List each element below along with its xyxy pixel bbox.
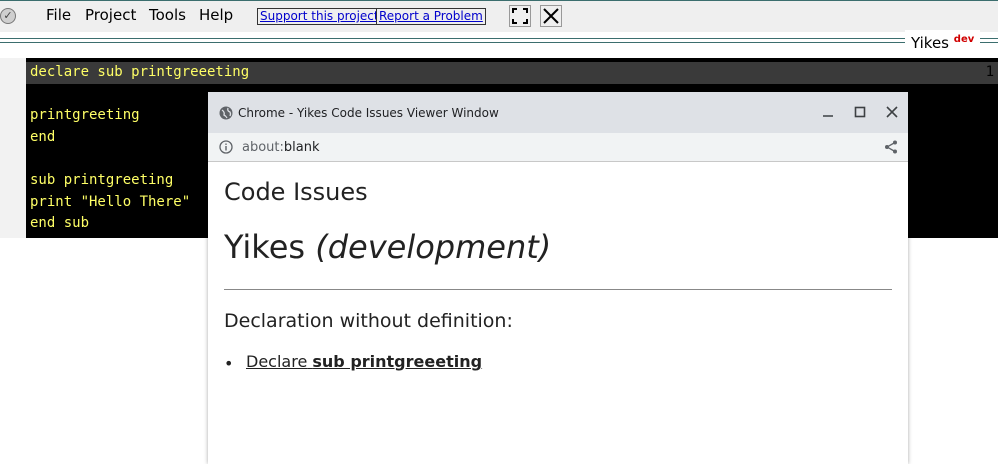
globe-icon: [219, 106, 233, 120]
section-heading: Declaration without definition:: [224, 310, 513, 332]
report-problem-link[interactable]: Report a Problem: [376, 8, 486, 25]
code-line[interactable]: sub printgreeting: [30, 172, 173, 188]
line-number: 1: [985, 64, 994, 80]
project-mode: (development): [315, 228, 552, 266]
line-number: 3: [985, 107, 994, 123]
page-heading: Code Issues: [224, 178, 368, 206]
app-check-icon[interactable]: ✓: [0, 8, 16, 24]
code-issues-window: Chrome - Yikes Code Issues Viewer Window…: [208, 92, 908, 464]
menu-tools[interactable]: Tools: [149, 6, 186, 24]
share-icon[interactable]: [884, 140, 898, 154]
line-number: 7: [985, 194, 994, 210]
menu-help[interactable]: Help: [199, 6, 233, 24]
window-title: Chrome - Yikes Code Issues Viewer Window: [238, 106, 499, 120]
code-line[interactable]: printgreeting: [30, 107, 140, 123]
maximize-icon[interactable]: [853, 105, 867, 119]
close-app-button[interactable]: [540, 5, 562, 27]
project-name: Yikes: [224, 228, 306, 266]
fullscreen-button[interactable]: [509, 5, 531, 27]
line-number: 4: [985, 129, 994, 145]
code-line[interactable]: declare sub printgreeeting: [30, 64, 249, 80]
url-text[interactable]: about:blank: [242, 140, 320, 155]
dev-badge: dev: [953, 34, 975, 45]
issue-name: sub printgreeeting: [312, 352, 483, 371]
line-number-gutter: [0, 58, 26, 238]
line-number: 5: [985, 151, 994, 167]
app-title: Yikes dev: [905, 30, 981, 53]
close-icon: [543, 8, 559, 24]
app-title-text: Yikes: [911, 34, 949, 52]
issue-prefix: Declare: [246, 352, 308, 371]
code-line[interactable]: end: [30, 129, 55, 145]
line-number: 2: [985, 86, 994, 102]
divider: [224, 289, 892, 290]
title-divider: [0, 36, 998, 44]
code-line[interactable]: print "Hello There": [30, 194, 190, 210]
line-number: 6: [985, 172, 994, 188]
info-icon[interactable]: [219, 140, 233, 154]
address-bar[interactable]: about:blank: [208, 133, 908, 162]
menu-file[interactable]: File: [46, 6, 71, 24]
project-heading: Yikes (development): [224, 228, 551, 266]
code-line[interactable]: end sub: [30, 215, 89, 231]
fullscreen-icon: [512, 8, 528, 24]
window-titlebar[interactable]: Chrome - Yikes Code Issues Viewer Window: [208, 92, 908, 133]
support-project-link[interactable]: Support this project: [257, 8, 382, 25]
issue-link[interactable]: Declare sub printgreeeting: [246, 352, 482, 371]
window-close-icon[interactable]: [885, 105, 899, 119]
menu-project[interactable]: Project: [85, 6, 136, 24]
minimize-icon[interactable]: [821, 105, 835, 119]
url-scheme: about:: [242, 140, 284, 155]
url-path: blank: [283, 140, 320, 155]
line-number: 8: [985, 215, 994, 231]
menu-bar: ✓ File Project Tools Help Support this p…: [0, 0, 998, 32]
list-bullet: •: [224, 354, 234, 373]
